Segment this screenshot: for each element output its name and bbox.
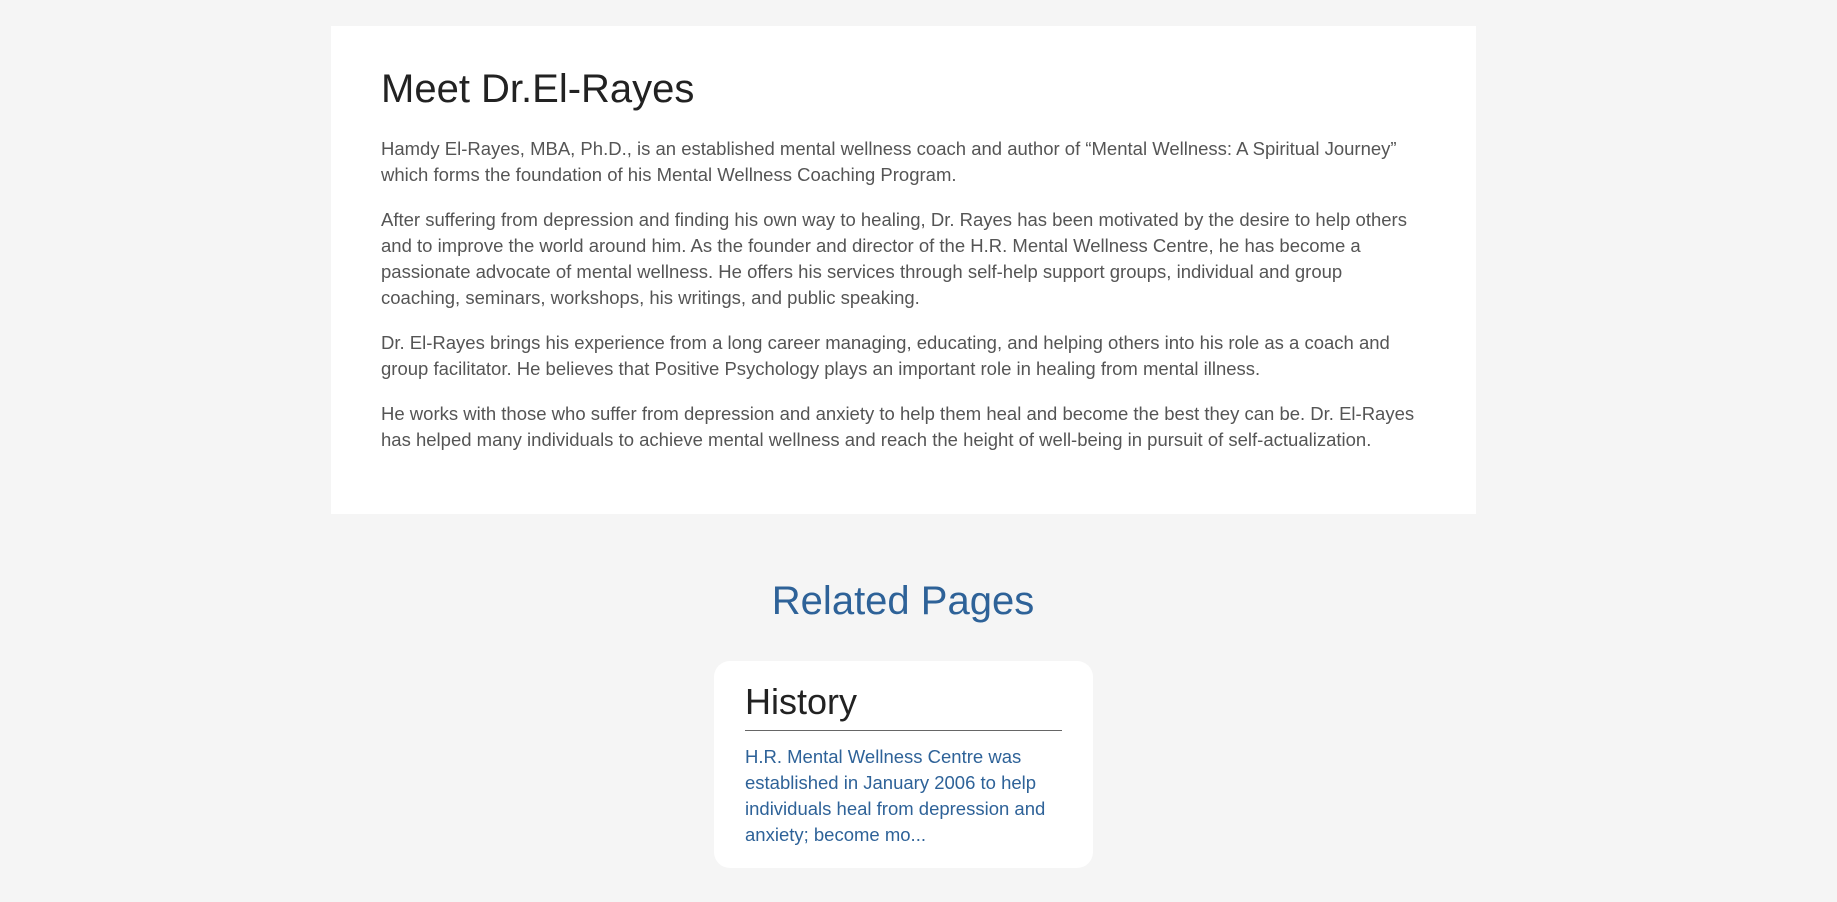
related-card-history[interactable]: History H.R. Mental Wellness Centre was … (714, 661, 1093, 868)
bio-paragraph: He works with those who suffer from depr… (381, 403, 1415, 450)
bio-paragraph: Hamdy El-Rayes, MBA, Ph.D., is an establ… (381, 138, 1397, 185)
bio-title: Meet Dr.El-Rayes (381, 67, 695, 111)
related-pages-heading: Related Pages (771, 579, 1035, 623)
bio-paragraph: After suffering from depression and find… (381, 209, 1407, 308)
related-card-excerpt-link[interactable]: H.R. Mental Wellness Centre was establis… (745, 744, 1062, 848)
bio-paragraph: Dr. El-Rayes brings his experience from … (381, 332, 1390, 379)
related-card-title: History (745, 679, 1062, 731)
bio-card: Meet Dr.El-Rayes Hamdy El-Rayes, MBA, Ph… (331, 26, 1476, 514)
